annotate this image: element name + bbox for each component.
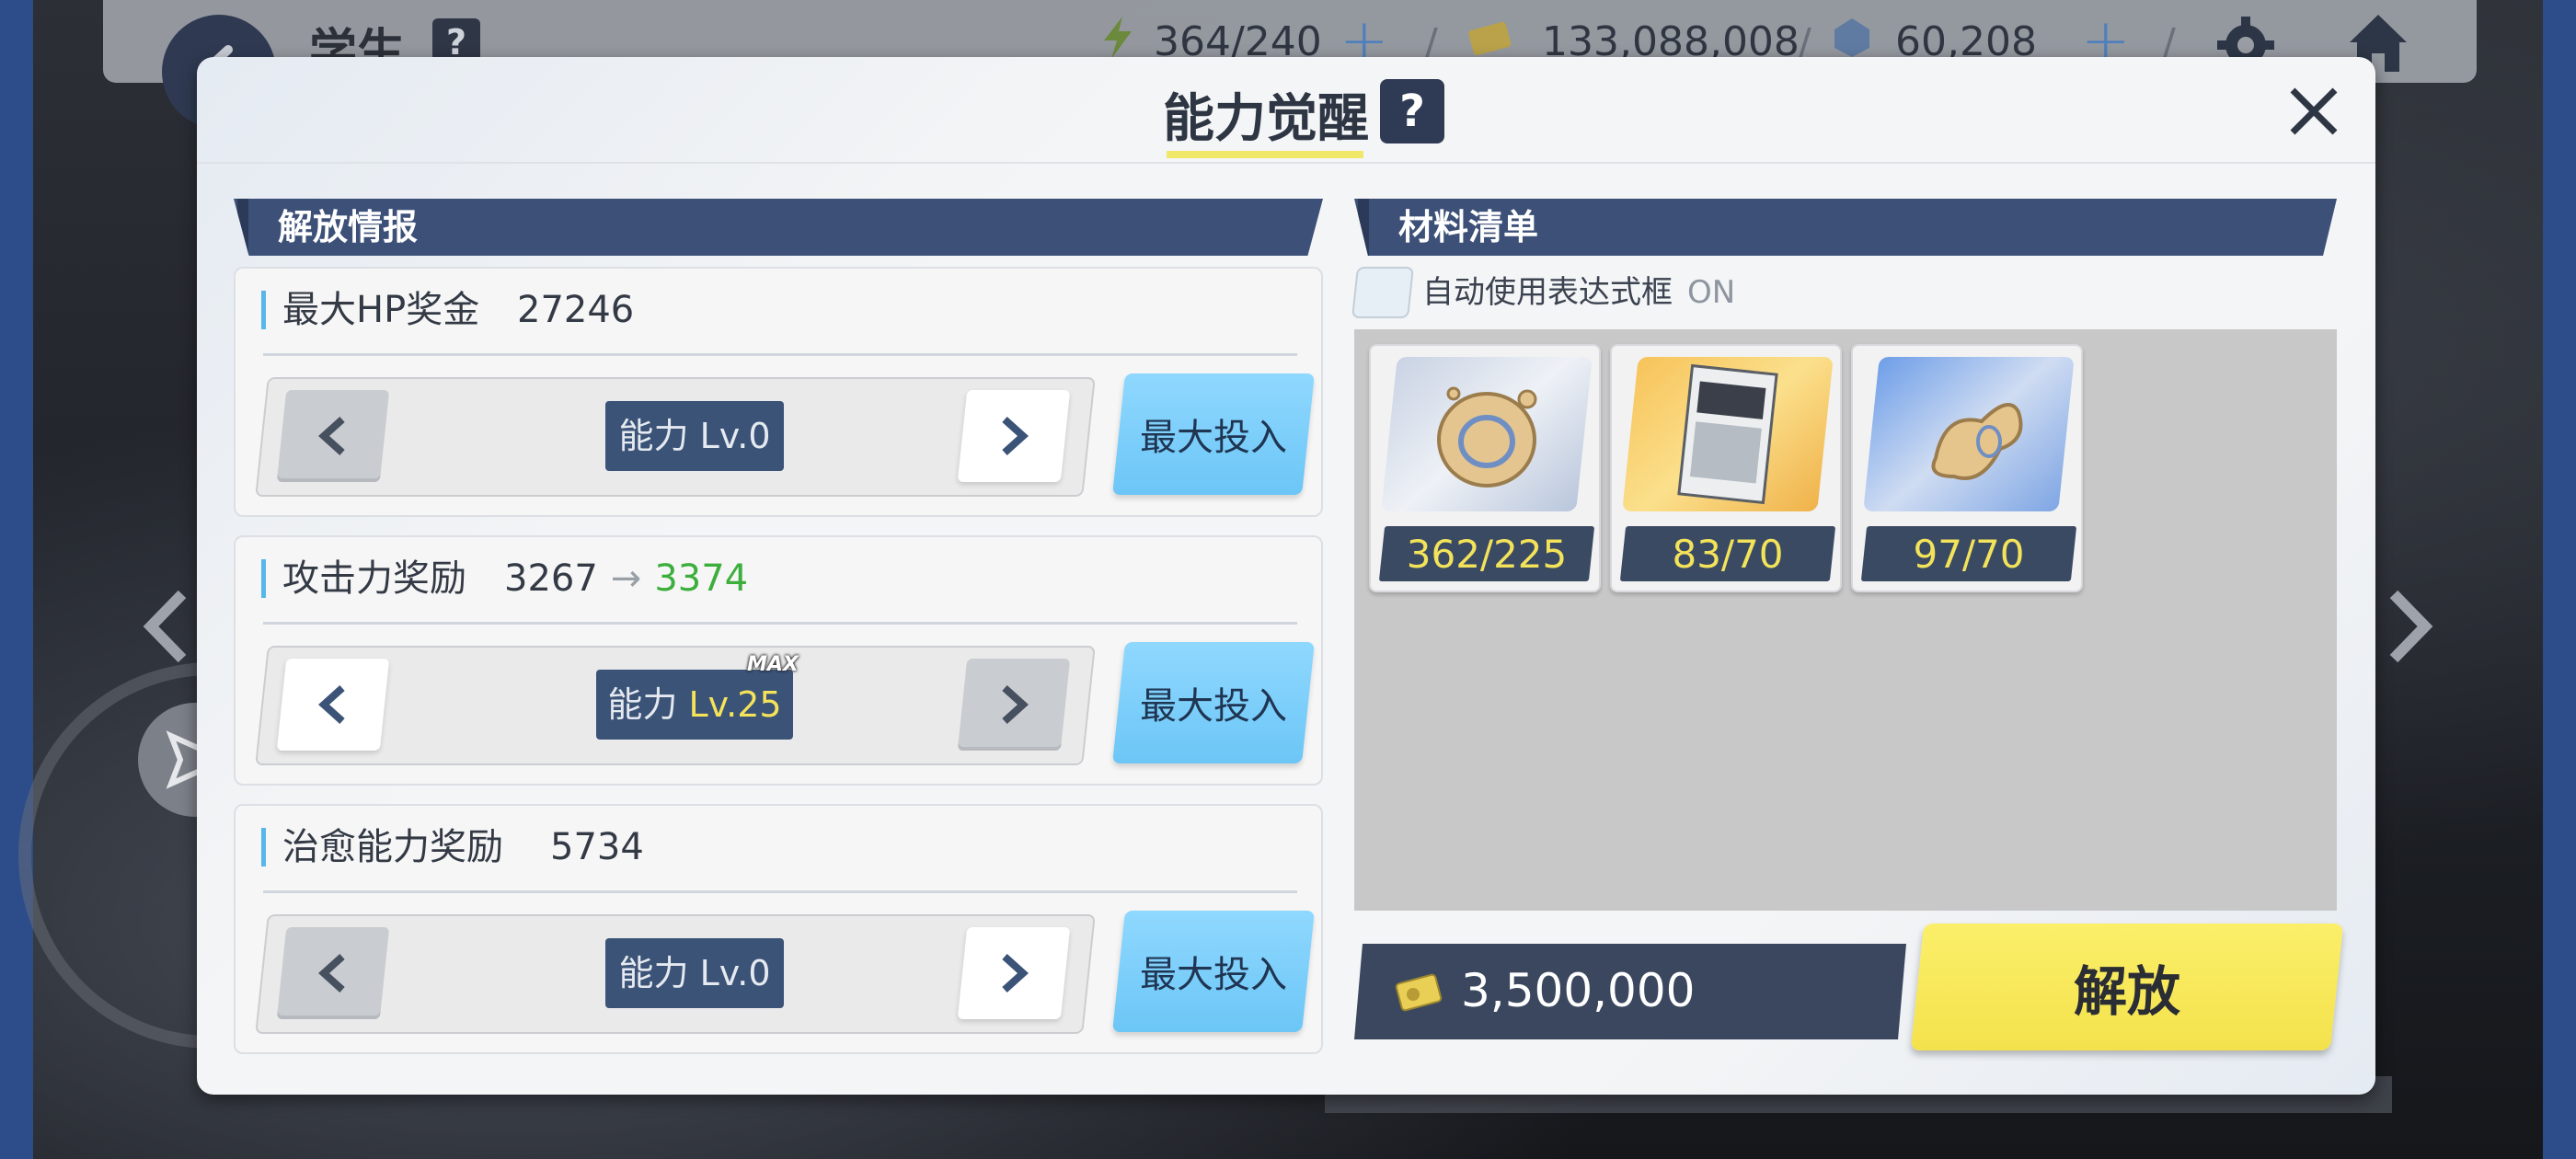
material-count-bg: 83/70 xyxy=(1619,526,1836,581)
level-value: Lv.25 xyxy=(688,684,782,725)
divider xyxy=(263,890,1297,893)
material-item[interactable]: 83/70 xyxy=(1610,344,1842,592)
stat-card-attack: 攻击力奖励 3267 → 3374 能力 Lv.25 MAX 最大投入 xyxy=(234,535,1323,786)
level-badge: 能力 Lv.0 xyxy=(605,401,784,471)
header-stripe xyxy=(1358,199,1369,256)
title-underline xyxy=(1167,151,1363,158)
divider xyxy=(263,353,1297,356)
max-invest-label: 最大投入 xyxy=(1140,685,1287,728)
chevron-left-icon xyxy=(318,685,345,724)
arrow-right-icon: → xyxy=(610,557,642,600)
stat-next-value: 3374 xyxy=(654,557,749,600)
level-prefix: 能力 xyxy=(618,953,689,993)
chevron-right-icon xyxy=(1002,954,1029,993)
stat-values: 5734 xyxy=(550,828,644,866)
material-item[interactable]: 97/70 xyxy=(1851,344,2083,592)
level-badge: 能力 Lv.25 xyxy=(596,670,793,740)
ap-icon xyxy=(1104,17,1132,59)
material-count-bg: 362/225 xyxy=(1378,526,1595,581)
material-item[interactable]: 362/225 xyxy=(1369,344,1601,592)
header-stripe xyxy=(237,199,248,256)
stat-values: 27246 xyxy=(517,291,634,329)
max-invest-button[interactable]: 最大投入 xyxy=(1112,642,1315,763)
max-invest-button[interactable]: 最大投入 xyxy=(1112,373,1315,495)
close-icon[interactable] xyxy=(2282,79,2346,143)
dialog-title: 能力觉醒 xyxy=(1163,89,1369,149)
material-image xyxy=(1622,357,1834,511)
release-info-title: 解放情报 xyxy=(278,207,419,247)
stat-card-healing: 治愈能力奖励 5734 能力 Lv.0 最大投入 xyxy=(234,804,1323,1054)
level-prefix: 能力 xyxy=(618,416,689,456)
level-decrease-button[interactable] xyxy=(276,927,390,1019)
max-level-tag: MAX xyxy=(747,653,799,676)
max-invest-label: 最大投入 xyxy=(1140,954,1287,996)
stat-current-value: 27246 xyxy=(517,289,635,331)
release-info-header: 解放情报 xyxy=(234,199,1323,256)
credit-icon xyxy=(1468,21,1512,56)
artifact-shard-icon xyxy=(1931,403,2023,480)
auto-use-state: ON xyxy=(1687,274,1736,311)
materials-title: 材料清单 xyxy=(1398,207,1539,247)
release-label: 解放 xyxy=(2073,960,2180,1023)
stat-card-hp: 最大HP奖金 27246 能力 Lv.0 最大投入 xyxy=(234,267,1323,517)
stat-label: 治愈能力奖励 xyxy=(261,828,503,866)
level-badge: 能力 Lv.0 xyxy=(605,938,784,1008)
stat-current-value: 3267 xyxy=(504,557,598,600)
right-edge-strip xyxy=(2543,0,2576,1159)
auto-use-label: 自动使用表达式框 xyxy=(1422,274,1673,311)
material-count: 362/225 xyxy=(1406,531,1568,577)
stat-label: 最大HP奖金 xyxy=(261,291,479,329)
left-edge-strip xyxy=(0,0,33,1159)
auto-use-checkbox[interactable] xyxy=(1351,267,1414,318)
chevron-left-icon xyxy=(318,954,345,993)
material-count: 83/70 xyxy=(1672,531,1784,577)
materials-header: 材料清单 xyxy=(1354,199,2337,256)
credit-icon xyxy=(1395,973,1443,1012)
stat-values: 3267 → 3374 xyxy=(504,559,748,598)
stat-label: 攻击力奖励 xyxy=(261,559,466,598)
artifact-ring-icon xyxy=(1437,386,1537,488)
next-student-arrow[interactable] xyxy=(2383,585,2438,668)
previous-student-arrow[interactable] xyxy=(138,585,193,668)
release-button[interactable]: 解放 xyxy=(1910,924,2344,1050)
chevron-right-icon xyxy=(1002,685,1029,724)
stat-current-value: 5734 xyxy=(550,826,644,868)
ability-awakening-dialog: 能力觉醒 ? 解放情报 最大HP奖金 27246 能力 Lv.0 最大投入 攻击… xyxy=(197,57,2375,1095)
level-increase-button[interactable] xyxy=(957,390,1071,482)
level-increase-button[interactable] xyxy=(957,927,1071,1019)
dialog-help-button[interactable]: ? xyxy=(1380,79,1444,143)
level-value: Lv.0 xyxy=(699,416,771,456)
level-value: Lv.0 xyxy=(699,953,771,993)
material-image xyxy=(1381,357,1593,511)
level-decrease-button[interactable] xyxy=(276,390,390,482)
material-count-bg: 97/70 xyxy=(1860,526,2077,581)
divider xyxy=(263,622,1297,625)
max-invest-label: 最大投入 xyxy=(1140,417,1287,459)
material-count: 97/70 xyxy=(1913,531,2025,577)
cost-value: 3,500,000 xyxy=(1461,964,1696,1017)
level-decrease-button[interactable] xyxy=(276,659,390,751)
chevron-right-icon xyxy=(1002,417,1029,455)
max-invest-button[interactable]: 最大投入 xyxy=(1112,911,1315,1032)
level-prefix: 能力 xyxy=(607,684,678,725)
firearms-training-book-icon xyxy=(1677,363,1778,505)
gem-icon xyxy=(1834,18,1869,57)
material-image xyxy=(1863,357,2075,511)
level-increase-button[interactable] xyxy=(957,659,1071,751)
chevron-left-icon xyxy=(318,417,345,455)
